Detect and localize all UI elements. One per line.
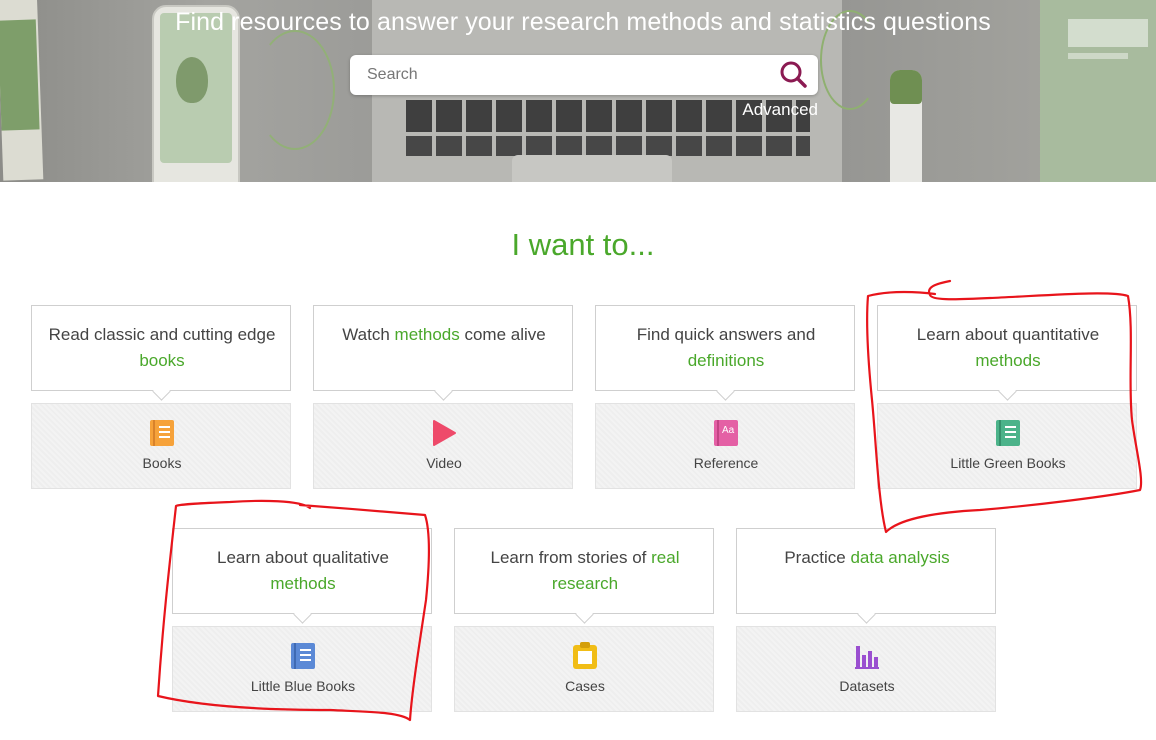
card-little-green-books[interactable]: Learn about quantitative methods Little … [877, 305, 1137, 489]
tile-cases[interactable]: Cases [454, 626, 714, 712]
tile-label: Cases [565, 678, 605, 694]
clipboard-icon [573, 642, 597, 669]
blue-book-icon [291, 643, 315, 669]
tile-label: Datasets [839, 678, 895, 694]
search-box [350, 55, 818, 95]
search-button[interactable] [776, 58, 812, 92]
card-caption-bubble: Practice data analysis [736, 528, 996, 614]
card-video[interactable]: Watch methods come alive Video [313, 305, 573, 489]
svg-text:Aa: Aa [722, 425, 735, 436]
caption-highlight: books [139, 351, 185, 370]
hero-title: Find resources to answer your research m… [175, 8, 991, 36]
caption-highlight: definitions [687, 351, 765, 370]
card-caption: Learn about qualitative methods [216, 548, 390, 593]
card-caption: Watch methods come alive [342, 325, 546, 344]
card-cases[interactable]: Learn from stories of real research Case… [454, 528, 714, 712]
hero-banner: Find resources to answer your research m… [0, 0, 1156, 182]
card-caption-bubble: Watch methods come alive [313, 305, 573, 391]
caption-highlight: methods [975, 351, 1041, 370]
magnifier-icon [780, 61, 807, 88]
card-caption-bubble: Find quick answers and definitions [595, 305, 855, 391]
card-caption: Read classic and cutting edge books [48, 325, 276, 370]
card-little-blue-books[interactable]: Learn about qualitative methods Little B… [172, 528, 432, 712]
tile-label: Video [426, 455, 462, 471]
caption-highlight: data analysis [850, 548, 950, 567]
card-caption-bubble: Learn about quantitative methods [877, 305, 1137, 391]
card-caption-bubble: Read classic and cutting edge books [31, 305, 291, 391]
card-books[interactable]: Read classic and cutting edge books Book… [31, 305, 291, 489]
bar-chart-icon [855, 646, 879, 669]
card-caption: Find quick answers and definitions [636, 325, 816, 370]
reference-book-icon: Aa [714, 420, 738, 446]
tile-reference[interactable]: Aa Reference [595, 403, 855, 489]
pen-image [890, 70, 922, 182]
card-caption-bubble: Learn about qualitative methods [172, 528, 432, 614]
cable-image [255, 30, 335, 150]
search-input[interactable] [350, 55, 770, 95]
card-caption-bubble: Learn from stories of real research [454, 528, 714, 614]
advanced-search-link[interactable]: Advanced [730, 100, 818, 120]
tile-label: Little Green Books [950, 455, 1066, 471]
caption-highlight: methods [394, 325, 460, 344]
green-book-icon [996, 420, 1020, 446]
tile-datasets[interactable]: Datasets [736, 626, 996, 712]
tile-label: Little Blue Books [250, 678, 356, 694]
tile-books[interactable]: Books [31, 403, 291, 489]
tile-little-green-books[interactable]: Little Green Books [877, 403, 1137, 489]
section-heading: I want to... [511, 227, 655, 262]
card-caption: Learn from stories of real research [490, 548, 680, 593]
caption-highlight: methods [270, 574, 336, 593]
tile-little-blue-books[interactable]: Little Blue Books [172, 626, 432, 712]
card-reference[interactable]: Find quick answers and definitions Aa Re… [595, 305, 855, 489]
tile-video[interactable]: Video [313, 403, 573, 489]
card-caption: Learn about quantitative methods [916, 325, 1100, 370]
tile-label: Books [142, 455, 182, 471]
card-caption: Practice data analysis [784, 548, 950, 567]
card-datasets[interactable]: Practice data analysis Datasets [736, 528, 996, 712]
play-icon [433, 420, 456, 446]
tile-label: Reference [693, 455, 759, 471]
book-icon [150, 420, 174, 446]
